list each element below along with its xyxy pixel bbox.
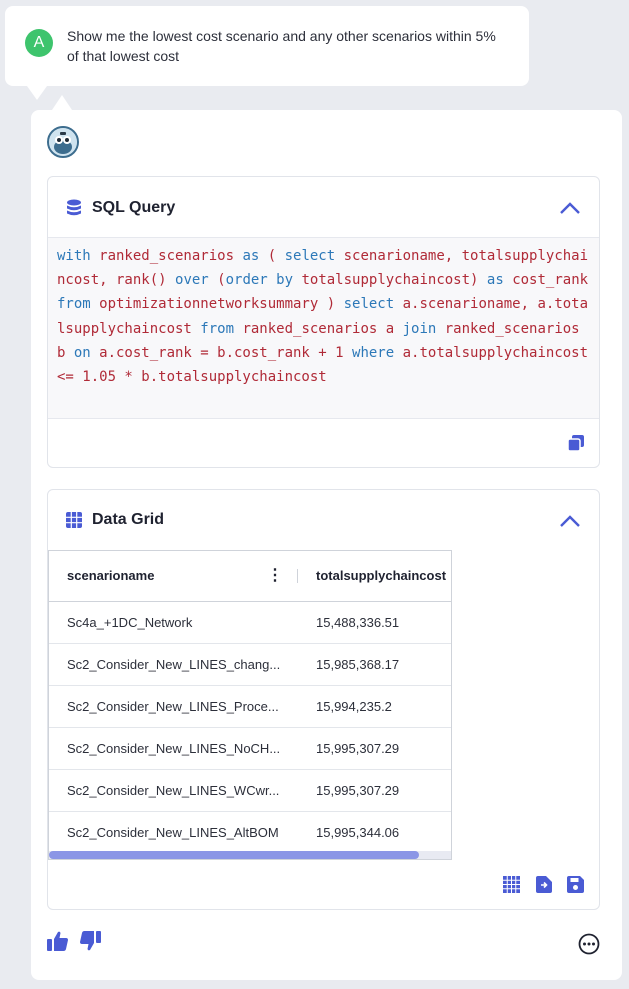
horizontal-scrollbar[interactable] — [49, 851, 451, 859]
scrollbar-thumb[interactable] — [49, 851, 419, 859]
data-grid-table[interactable]: scenarioname ⋮ totalsupplychaincost Sc4a… — [48, 550, 452, 860]
collapse-sql-chevron-up-icon[interactable] — [559, 201, 581, 220]
column-separator[interactable] — [297, 569, 298, 583]
column-header-totalsupplychaincost[interactable]: totalsupplychaincost — [316, 568, 446, 583]
cell-totalsupplychaincost[interactable]: 15,488,336.51 — [316, 615, 399, 630]
sql-text: ( — [259, 248, 285, 264]
table-view-icon[interactable] — [503, 876, 520, 898]
data-grid-card: Data Grid scenarioname ⋮ totalsupplychai… — [47, 489, 600, 910]
column-menu-icon[interactable]: ⋮ — [267, 565, 283, 585]
sql-keyword: where — [352, 344, 395, 361]
sql-text: cost_rank — [503, 272, 597, 289]
sql-keyword: over — [175, 272, 209, 289]
grid-header-row: scenarioname ⋮ totalsupplychaincost — [49, 551, 451, 602]
bubble-tail — [27, 86, 47, 100]
sql-text: optimizationnetworksummary ) — [90, 296, 344, 313]
sql-text: ( — [208, 272, 226, 289]
sql-keyword: from — [57, 296, 91, 313]
table-row[interactable]: Sc4a_+1DC_Network 15,488,336.51 — [49, 602, 451, 644]
sql-code-block: with ranked_scenarios as ( select scenar… — [48, 237, 599, 419]
sql-text: ranked_scenarios — [90, 248, 243, 264]
cell-totalsupplychaincost[interactable]: 15,985,368.17 — [316, 657, 399, 672]
cell-totalsupplychaincost[interactable]: 15,995,307.29 — [316, 783, 399, 798]
save-icon[interactable] — [567, 876, 584, 898]
grid-card-title: Data Grid — [92, 511, 165, 528]
grid-body: Sc4a_+1DC_Network 15,488,336.51 Sc2_Consid… — [49, 602, 451, 854]
more-options-icon[interactable] — [578, 933, 600, 960]
assistant-avatar — [47, 126, 79, 158]
sql-keyword: as — [486, 272, 504, 289]
sql-query-card: SQL Query with ranked_scenarios as ( sel… — [47, 176, 600, 468]
cell-totalsupplychaincost[interactable]: 15,994,235.2 — [316, 699, 392, 714]
user-avatar: A — [25, 29, 53, 57]
sql-card-title: SQL Query — [92, 199, 176, 216]
sql-text: a.cost_rank = b.cost_rank + 1 — [90, 344, 353, 361]
column-header-scenarioname[interactable]: scenarioname — [67, 568, 154, 583]
thumbs-up-icon[interactable] — [47, 930, 69, 957]
grid-icon — [66, 512, 82, 533]
sql-keyword: select — [284, 248, 336, 264]
sql-keyword: as — [242, 248, 260, 264]
sql-keyword: join — [402, 320, 437, 337]
user-message-text: Show me the lowest cost scenario and any… — [67, 28, 496, 64]
cell-scenarioname[interactable]: Sc2_Consider_New_LINES_NoCH... — [67, 741, 287, 756]
assistant-response-panel: SQL Query with ranked_scenarios as ( sel… — [31, 110, 622, 980]
robot-avatar-icon — [49, 128, 77, 156]
table-row[interactable]: Sc2_Consider_New_LINES_Proce... 15,994,23… — [49, 686, 451, 728]
table-row[interactable]: Sc2_Consider_New_LINES_chang... 15,985,36… — [49, 644, 451, 686]
sql-text: ranked_scenarios a — [234, 320, 403, 337]
thumbs-down-icon[interactable] — [79, 930, 101, 957]
sql-keyword: select — [343, 296, 395, 313]
sql-keyword: with — [57, 248, 91, 264]
table-row[interactable]: Sc2_Consider_New_LINES_NoCH... 15,995,307… — [49, 728, 451, 770]
cell-totalsupplychaincost[interactable]: 15,995,307.29 — [316, 741, 399, 756]
user-message-bubble: A Show me the lowest cost scenario and a… — [5, 6, 529, 100]
sql-keyword: on — [73, 344, 91, 361]
collapse-grid-chevron-up-icon[interactable] — [559, 514, 581, 533]
export-file-icon[interactable] — [536, 876, 552, 898]
cell-scenarioname[interactable]: Sc2_Consider_New_LINES_AltBOM — [67, 825, 287, 840]
cell-totalsupplychaincost[interactable]: 15,995,344.06 — [316, 825, 399, 840]
table-row[interactable]: Sc2_Consider_New_LINES_WCwr... 15,995,307… — [49, 770, 451, 812]
cell-scenarioname[interactable]: Sc2_Consider_New_LINES_Proce... — [67, 699, 287, 714]
response-tail — [52, 95, 72, 110]
copy-icon[interactable] — [567, 435, 584, 456]
database-icon — [66, 199, 82, 222]
sql-keyword: order by — [225, 272, 294, 289]
sql-keyword: from — [200, 320, 235, 337]
cell-scenarioname[interactable]: Sc2_Consider_New_LINES_WCwr... — [67, 783, 287, 798]
cell-scenarioname[interactable]: Sc4a_+1DC_Network — [67, 615, 287, 630]
cell-scenarioname[interactable]: Sc2_Consider_New_LINES_chang... — [67, 657, 287, 672]
sql-text: totalsupplychaincost) — [293, 272, 487, 289]
table-row[interactable]: Sc2_Consider_New_LINES_AltBOM 15,995,344.… — [49, 812, 451, 854]
